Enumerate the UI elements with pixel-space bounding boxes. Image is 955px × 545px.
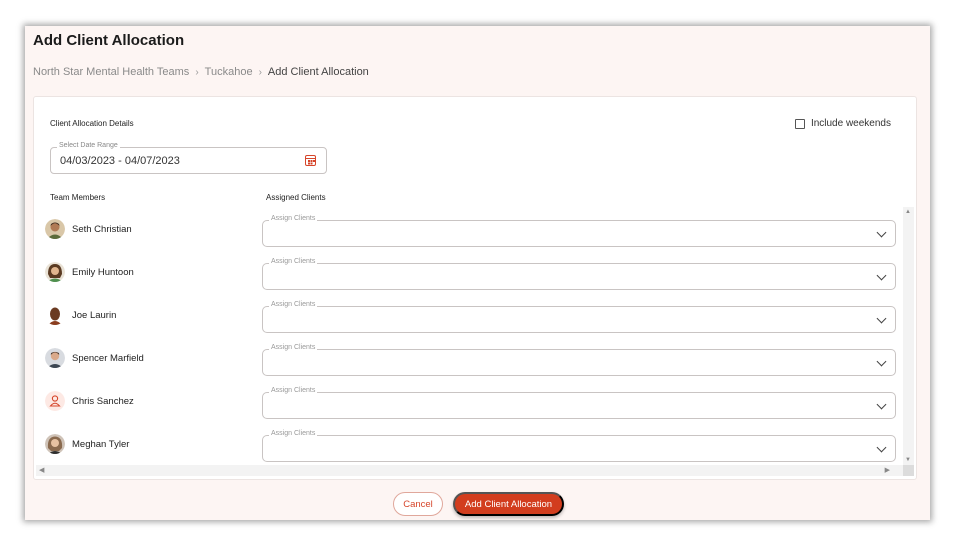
- vertical-scrollbar[interactable]: ▲ ▼: [903, 207, 914, 465]
- avatar: [45, 305, 65, 325]
- scroll-down-icon[interactable]: ▼: [905, 457, 911, 463]
- section-label: Client Allocation Details: [50, 119, 134, 128]
- breadcrumb-item-tuckahoe[interactable]: Tuckahoe: [205, 66, 253, 78]
- assign-clients-select[interactable]: Assign Clients: [262, 430, 896, 462]
- chevron-down-icon[interactable]: [876, 270, 887, 281]
- breadcrumb-separator-icon: ›: [195, 66, 199, 78]
- member-row: Emily Huntoon Assign Clients: [34, 250, 904, 293]
- assign-clients-legend: Assign Clients: [269, 258, 318, 265]
- member-name: Seth Christian: [72, 224, 132, 235]
- assign-clients-select[interactable]: Assign Clients: [262, 215, 896, 247]
- chevron-down-icon[interactable]: [876, 227, 887, 238]
- date-range-value[interactable]: 04/03/2023 - 04/07/2023: [60, 155, 180, 167]
- assign-clients-legend: Assign Clients: [269, 301, 318, 308]
- scroll-up-icon[interactable]: ▲: [905, 209, 911, 215]
- member-name: Joe Laurin: [72, 310, 117, 321]
- cancel-button[interactable]: Cancel: [393, 492, 443, 516]
- scroll-right-icon[interactable]: ▶: [885, 466, 890, 474]
- chevron-down-icon[interactable]: [876, 356, 887, 367]
- member-name: Chris Sanchez: [72, 396, 134, 407]
- assign-clients-legend: Assign Clients: [269, 215, 318, 222]
- dialog-window: Add Client Allocation North Star Mental …: [25, 26, 930, 520]
- member-name: Emily Huntoon: [72, 267, 134, 278]
- avatar: [45, 391, 65, 411]
- avatar: [45, 219, 65, 239]
- member-row: Spencer Marfield Assign Clients: [34, 336, 904, 379]
- breadcrumb: North Star Mental Health Teams › Tuckaho…: [33, 66, 369, 78]
- avatar: [45, 262, 65, 282]
- assigned-clients-header: Assigned Clients: [266, 193, 326, 202]
- member-name: Meghan Tyler: [72, 439, 130, 450]
- horizontal-scrollbar[interactable]: ◀ ▶: [36, 465, 906, 476]
- chevron-down-icon[interactable]: [876, 399, 887, 410]
- member-row: Chris Sanchez Assign Clients: [34, 379, 904, 422]
- member-row: Joe Laurin Assign Clients: [34, 293, 904, 336]
- dialog-footer: Cancel Add Client Allocation: [25, 492, 930, 516]
- avatar: [45, 348, 65, 368]
- assign-clients-select[interactable]: Assign Clients: [262, 344, 896, 376]
- breadcrumb-separator-icon: ›: [258, 66, 262, 78]
- include-weekends-label: Include weekends: [810, 118, 891, 129]
- assign-clients-select[interactable]: Assign Clients: [262, 301, 896, 333]
- assign-clients-select[interactable]: Assign Clients: [262, 387, 896, 419]
- include-weekends-checkbox[interactable]: [794, 118, 805, 129]
- date-range-legend: Select Date Range: [57, 142, 120, 149]
- chevron-down-icon[interactable]: [876, 313, 887, 324]
- breadcrumb-item-current: Add Client Allocation: [267, 66, 369, 78]
- assign-clients-legend: Assign Clients: [269, 387, 318, 394]
- assign-clients-select[interactable]: Assign Clients: [262, 258, 896, 290]
- calendar-icon[interactable]: [305, 155, 316, 166]
- member-row: Seth Christian Assign Clients: [34, 207, 904, 250]
- avatar: [45, 434, 65, 454]
- include-weekends-toggle[interactable]: Include weekends: [794, 118, 891, 129]
- chevron-down-icon[interactable]: [876, 442, 887, 453]
- member-row: Meghan Tyler Assign Clients: [34, 422, 904, 463]
- breadcrumb-item-teams[interactable]: North Star Mental Health Teams: [33, 66, 189, 78]
- person-icon: [45, 391, 65, 411]
- team-members-header: Team Members: [50, 193, 106, 202]
- date-range-field[interactable]: Select Date Range 04/03/2023 - 04/07/202…: [50, 142, 327, 174]
- page-title: Add Client Allocation: [33, 32, 185, 49]
- allocation-card: Client Allocation Details Include weeken…: [33, 96, 917, 480]
- member-list: Seth Christian Assign Clients Emily Hunt…: [34, 207, 904, 463]
- assign-clients-legend: Assign Clients: [269, 430, 318, 437]
- scroll-left-icon[interactable]: ◀: [39, 466, 44, 474]
- member-name: Spencer Marfield: [72, 353, 144, 364]
- scrollbar-corner: [903, 465, 914, 476]
- assign-clients-legend: Assign Clients: [269, 344, 318, 351]
- add-client-allocation-button[interactable]: Add Client Allocation: [453, 492, 564, 516]
